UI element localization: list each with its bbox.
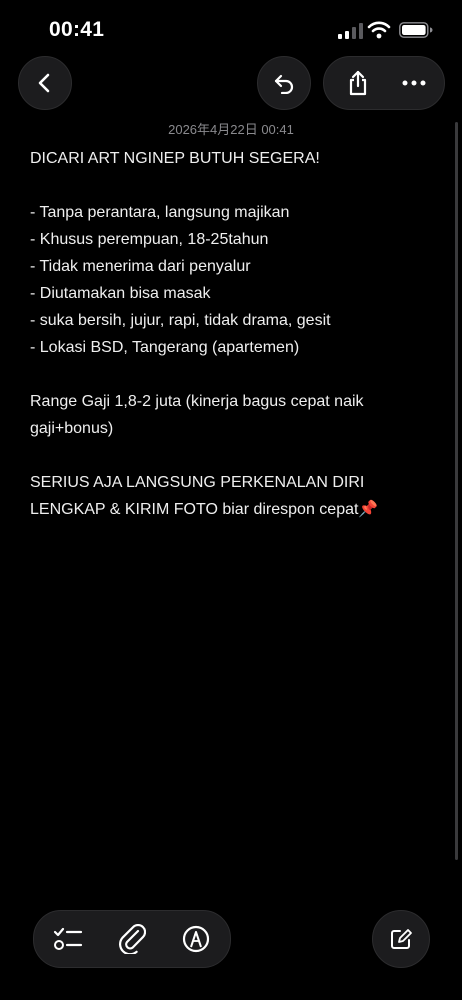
bottom-tools-group — [33, 910, 231, 968]
note-blank-line — [30, 361, 420, 388]
status-time: 00:41 — [49, 18, 105, 41]
markup-button[interactable] — [170, 913, 222, 965]
note-line: LENGKAP & KIRIM FOTO biar direspon cepat… — [30, 501, 379, 518]
more-button[interactable] — [388, 57, 440, 109]
compose-button[interactable] — [372, 910, 430, 968]
checklist-icon — [53, 926, 83, 952]
share-button[interactable] — [332, 57, 384, 109]
undo-icon — [272, 72, 296, 94]
chevron-left-icon — [35, 72, 55, 94]
note-line: - Tidak menerima dari penyalur — [30, 258, 251, 275]
attachment-button[interactable] — [106, 913, 158, 965]
note-line: - Khusus perempuan, 18-25tahun — [30, 231, 269, 248]
battery-icon — [399, 22, 433, 38]
back-button[interactable] — [18, 56, 72, 110]
wifi-icon — [367, 21, 391, 39]
note-line: SERIUS AJA LANGSUNG PERKENALAN DIRI — [30, 474, 365, 491]
note-line: - Tanpa perantara, langsung majikan — [30, 204, 290, 221]
checklist-button[interactable] — [42, 913, 94, 965]
status-bar: 00:41 — [0, 0, 462, 60]
more-icon — [402, 80, 426, 86]
note-blank-line — [30, 172, 420, 199]
note-blank-line — [30, 442, 420, 469]
cellular-signal-icon — [338, 23, 364, 39]
note-date-stamp: 2026年4月22日 00:41 — [168, 122, 294, 137]
share-icon — [347, 70, 369, 96]
note-line: - Lokasi BSD, Tangerang (apartemen) — [30, 339, 300, 356]
note-line: gaji+bonus) — [30, 420, 114, 437]
compose-icon — [389, 927, 413, 951]
note-line: Range Gaji 1,8-2 juta (kinerja bagus cep… — [30, 393, 364, 410]
markup-pen-icon — [182, 925, 210, 953]
note-line: - Diutamakan bisa masak — [30, 285, 211, 302]
scroll-indicator[interactable] — [455, 122, 458, 860]
note-line: DICARI ART NGINEP BUTUH SEGERA! — [30, 150, 320, 167]
note-actions-group — [323, 56, 445, 110]
paperclip-icon — [118, 924, 146, 954]
note-body[interactable]: DICARI ART NGINEP BUTUH SEGERA! - Tanpa … — [30, 145, 420, 523]
undo-button[interactable] — [257, 56, 311, 110]
note-line: - suka bersih, jujur, rapi, tidak drama,… — [30, 312, 331, 329]
